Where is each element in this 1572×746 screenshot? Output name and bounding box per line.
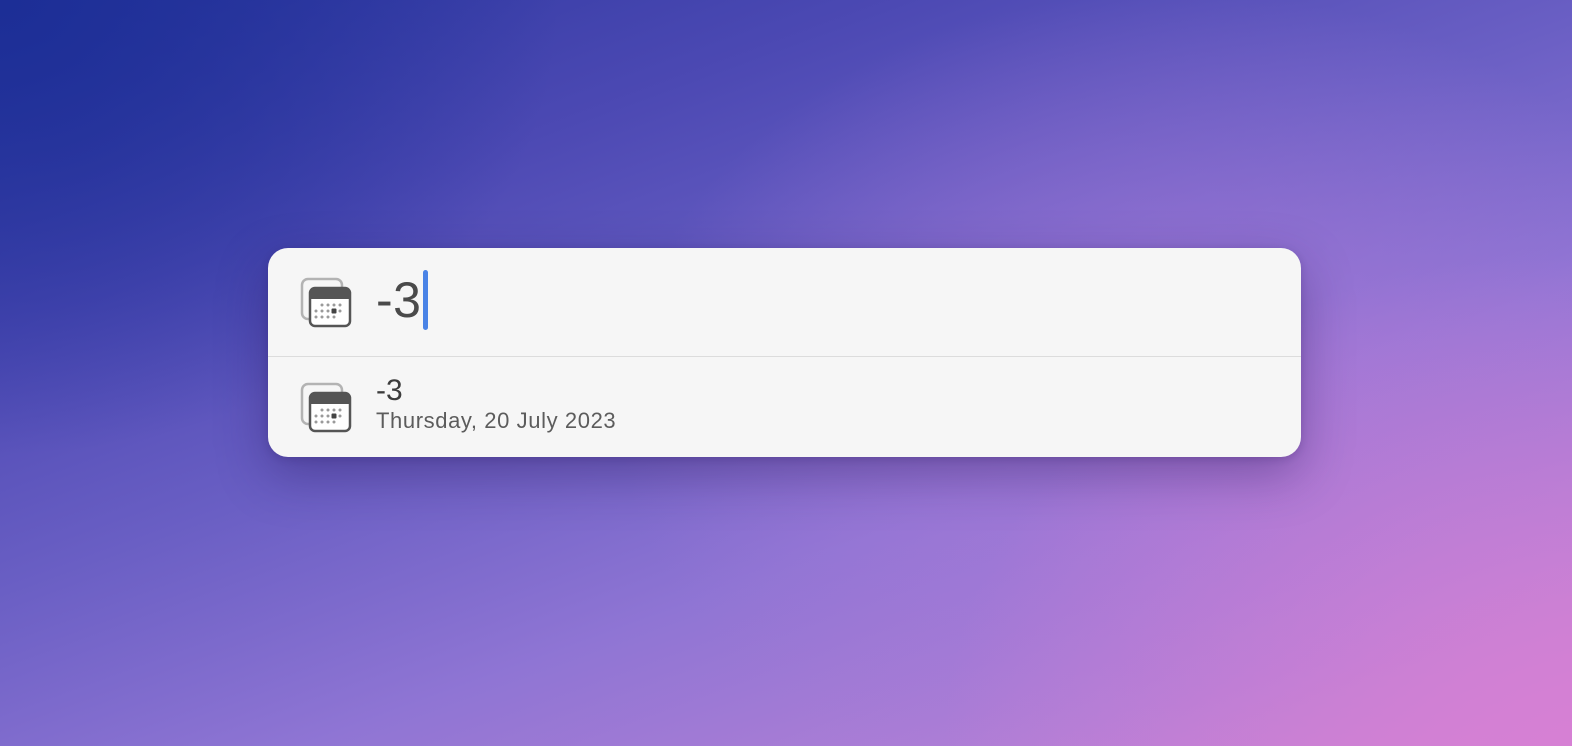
search-bar[interactable]: -3	[268, 248, 1301, 356]
calendar-icon	[300, 277, 352, 329]
launcher-window: -3 -3 Thursday, 20 July 2023	[268, 248, 1301, 457]
calendar-icon	[300, 382, 352, 434]
result-item[interactable]: -3 Thursday, 20 July 2023	[268, 357, 1301, 457]
search-query-text: -3	[376, 272, 422, 328]
result-subtitle: Thursday, 20 July 2023	[376, 408, 617, 433]
text-caret	[423, 270, 429, 330]
search-input[interactable]: -3	[376, 268, 429, 332]
result-title: -3	[376, 374, 403, 407]
